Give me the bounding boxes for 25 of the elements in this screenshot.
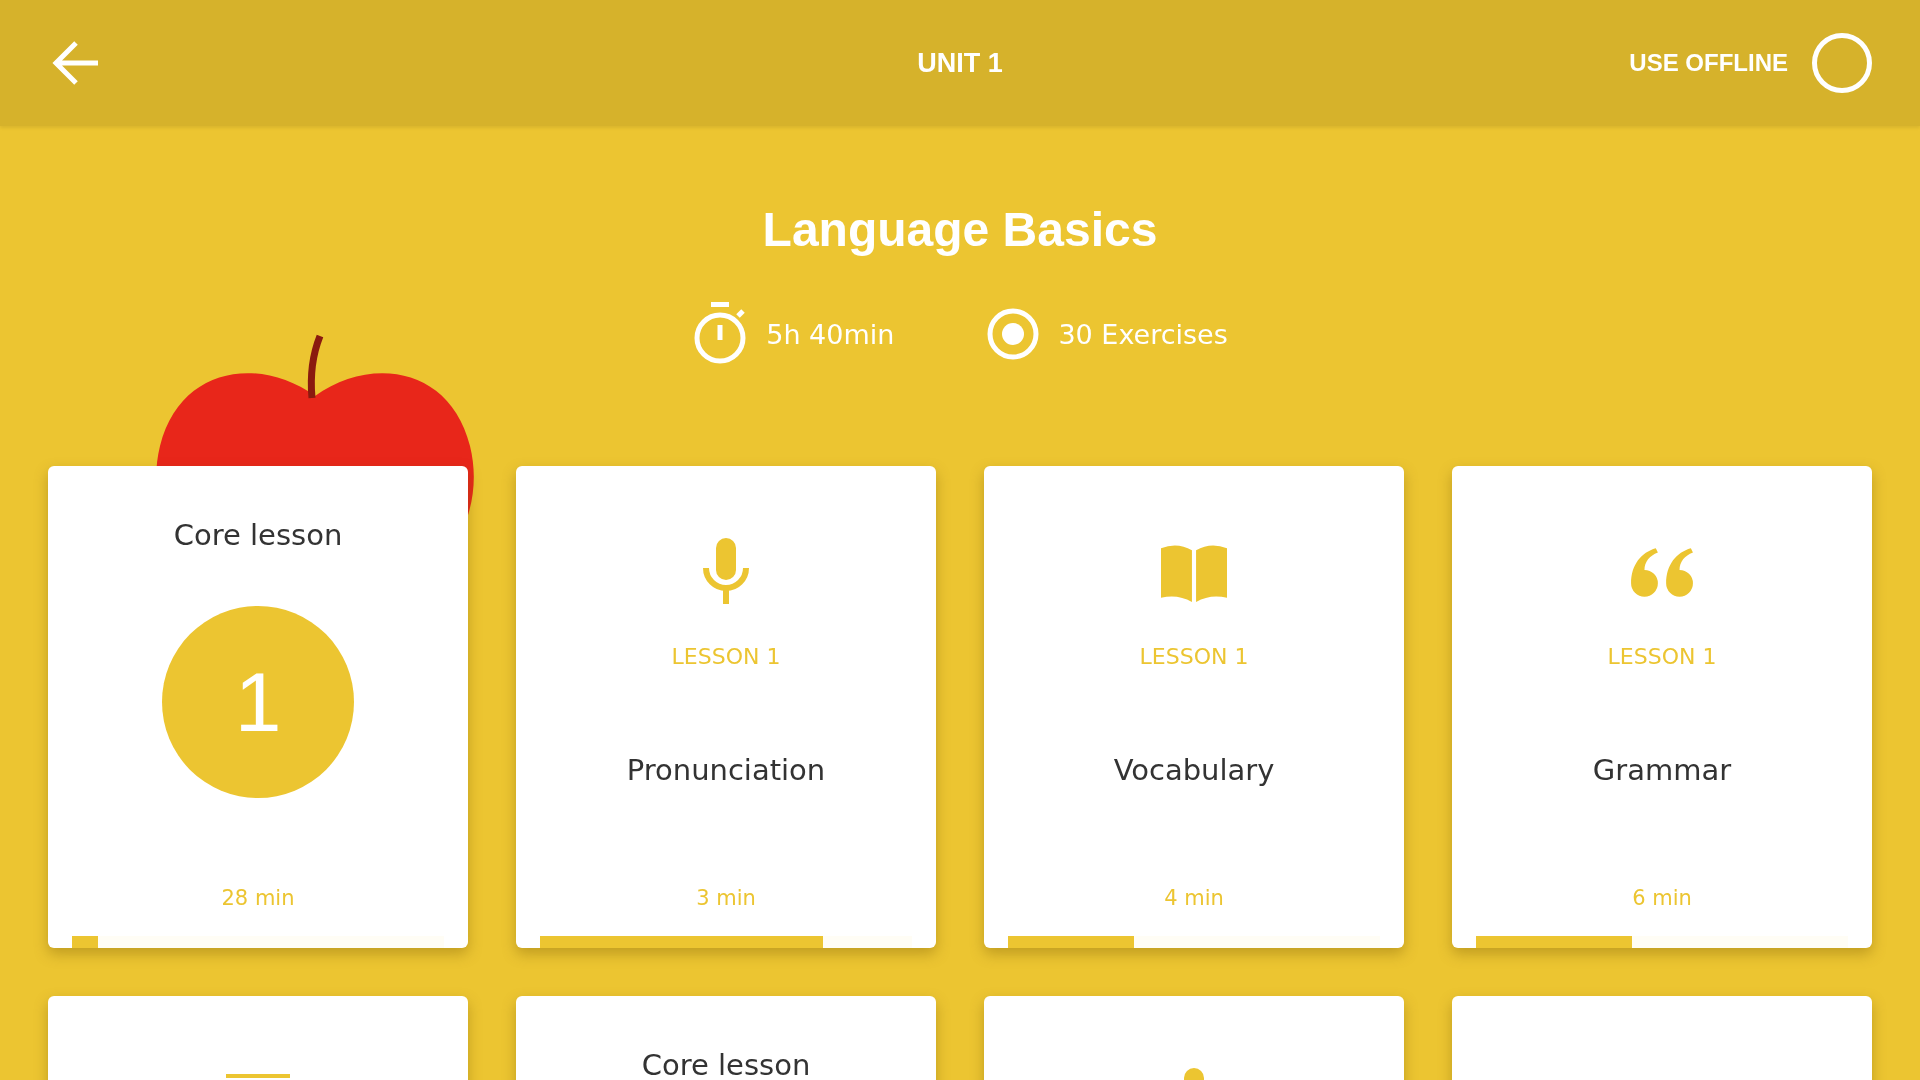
offline-toggle[interactable]: [1812, 33, 1872, 93]
duration-text: 3 min: [696, 886, 756, 910]
lesson-card[interactable]: LESSON 1 Grammar 6 min: [1452, 466, 1872, 948]
lesson-label: LESSON 1: [1139, 644, 1249, 669]
target-icon: [986, 307, 1041, 361]
card-title: Core lesson: [173, 517, 343, 554]
lesson-title: Pronunciation: [626, 753, 826, 787]
card-title: Core lesson: [641, 1047, 811, 1080]
lesson-title: Grammar: [1592, 753, 1732, 787]
lesson-card[interactable]: LESSON 1 Vocabulary 4 min: [984, 466, 1404, 948]
lesson-card[interactable]: Core lesson: [516, 996, 936, 1080]
lesson-label: LESSON 1: [671, 644, 781, 669]
duration-text: 4 min: [1164, 886, 1224, 910]
exercises-text: 30 Exercises: [1058, 318, 1228, 350]
lesson-number: 1: [162, 606, 354, 798]
unit-title: Language Basics: [762, 202, 1158, 258]
offline-label: USE OFFLINE: [1629, 49, 1788, 77]
duration-text: 6 min: [1632, 886, 1692, 910]
lesson-card[interactable]: LESSON 1 Pronunciation 3 min: [516, 466, 936, 948]
duration-text: 5h 40min: [766, 318, 895, 350]
duration-text: 28 min: [221, 886, 295, 910]
lesson-card[interactable]: Core lesson 1 28 min: [48, 466, 468, 948]
lesson-label: LESSON 1: [1607, 644, 1717, 669]
page-title: UNIT 1: [917, 47, 1003, 79]
lesson-title: Vocabulary: [1113, 753, 1275, 787]
